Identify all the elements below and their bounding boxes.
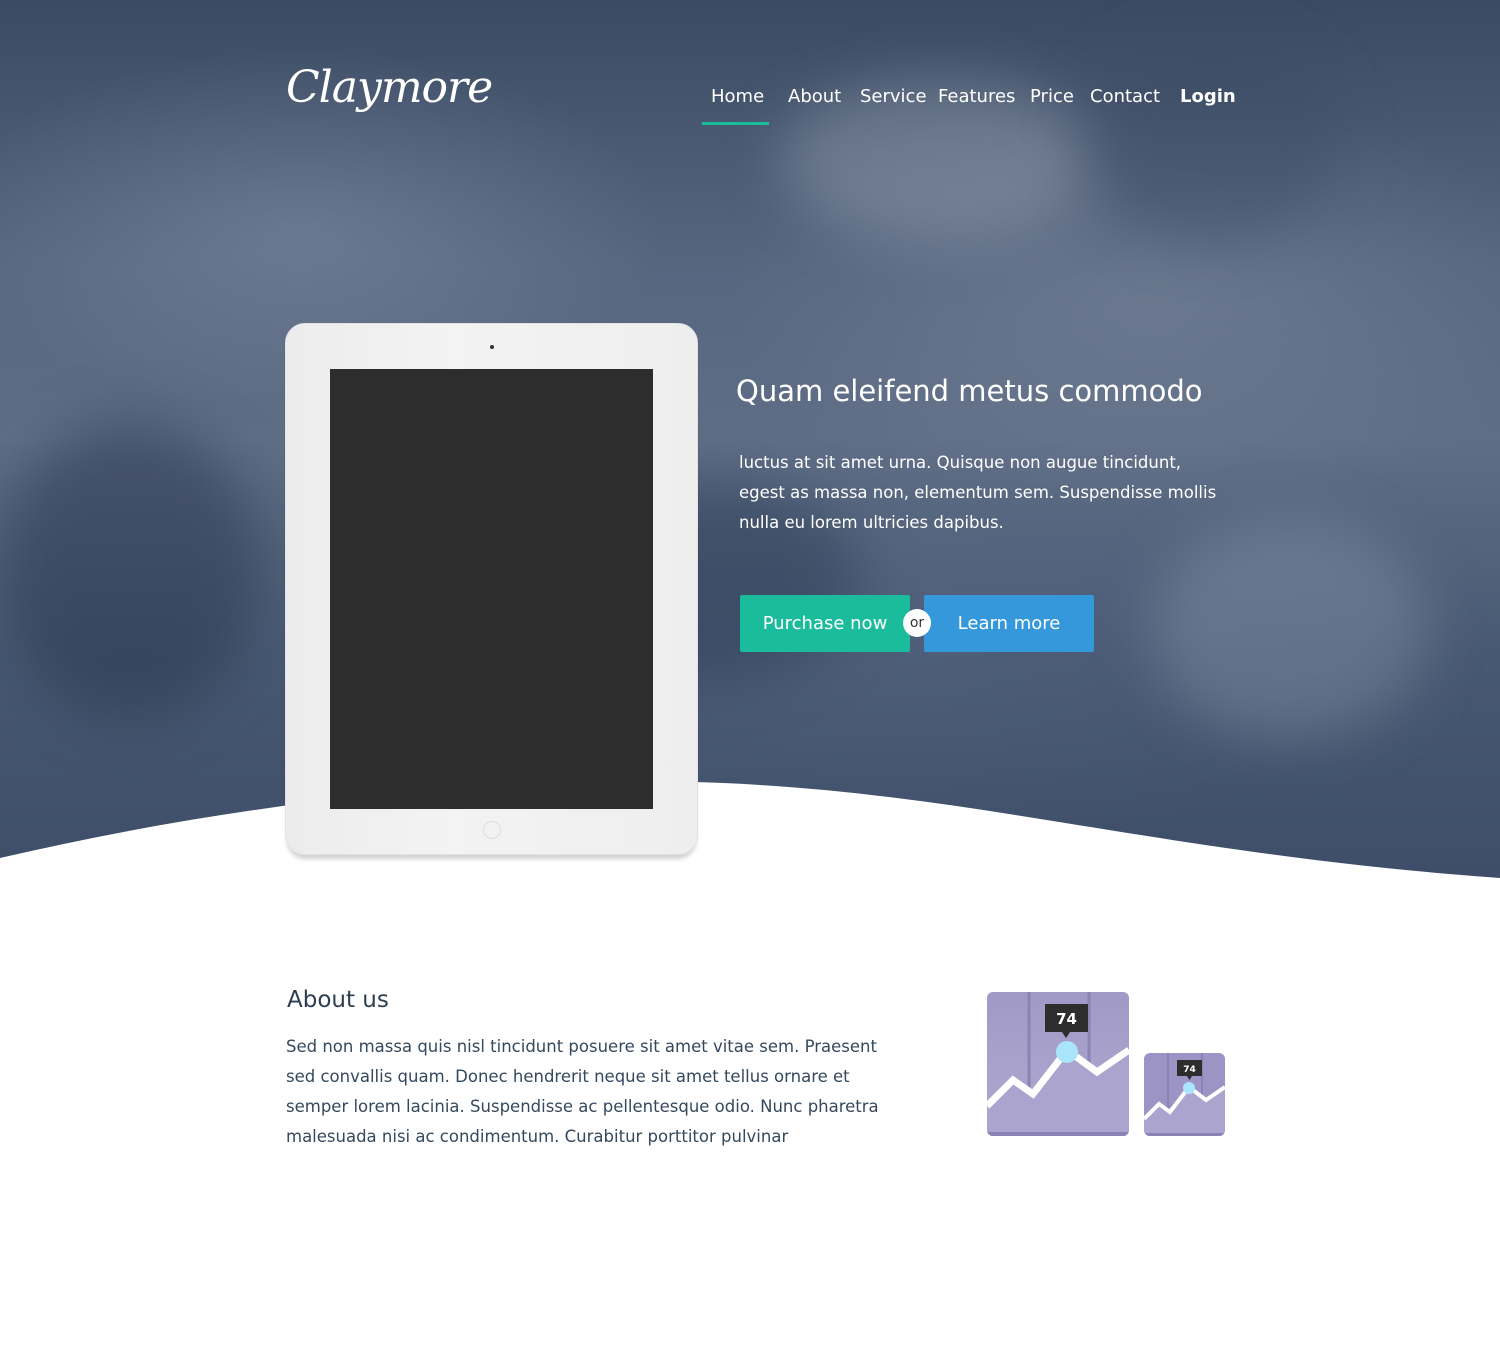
nav-item-features[interactable]: Features [938,86,1015,107]
about-title: About us [287,987,389,1013]
tablet-screen [330,369,653,809]
hero-section [0,0,1500,880]
hero-description: luctus at sit amet urna. Quisque non aug… [739,453,1217,532]
purchase-now-button[interactable]: Purchase now [740,595,910,652]
background-blur [1150,520,1430,740]
chart-icon-value: 74 [1056,1010,1077,1028]
hero-title: Quam eleifend metus commodo [736,374,1203,408]
login-link[interactable]: Login [1180,86,1236,107]
or-separator: or [903,609,931,637]
about-description: Sed non massa quis nisl tincidunt posuer… [286,1037,879,1146]
nav-item-price[interactable]: Price [1030,86,1074,107]
tablet-home-button [483,821,501,839]
chart-icon-value: 74 [1183,1065,1196,1075]
hero-wave-divider [0,781,1500,880]
background-blur [1080,40,1340,240]
nav-item-service[interactable]: Service [860,86,927,107]
nav-item-home[interactable]: Home [711,86,764,107]
nav-item-contact[interactable]: Contact [1090,86,1160,107]
brand-logo[interactable]: Claymore [286,62,493,113]
chart-icon-large: 74 [987,992,1129,1136]
tablet-camera [490,345,494,349]
nav-active-indicator [702,122,769,125]
background-blur [0,420,260,720]
learn-more-button[interactable]: Learn more [924,595,1094,652]
tablet-mockup [285,323,698,855]
chart-icon-small: 74 [1144,1053,1225,1136]
nav-item-about[interactable]: About [788,86,841,107]
